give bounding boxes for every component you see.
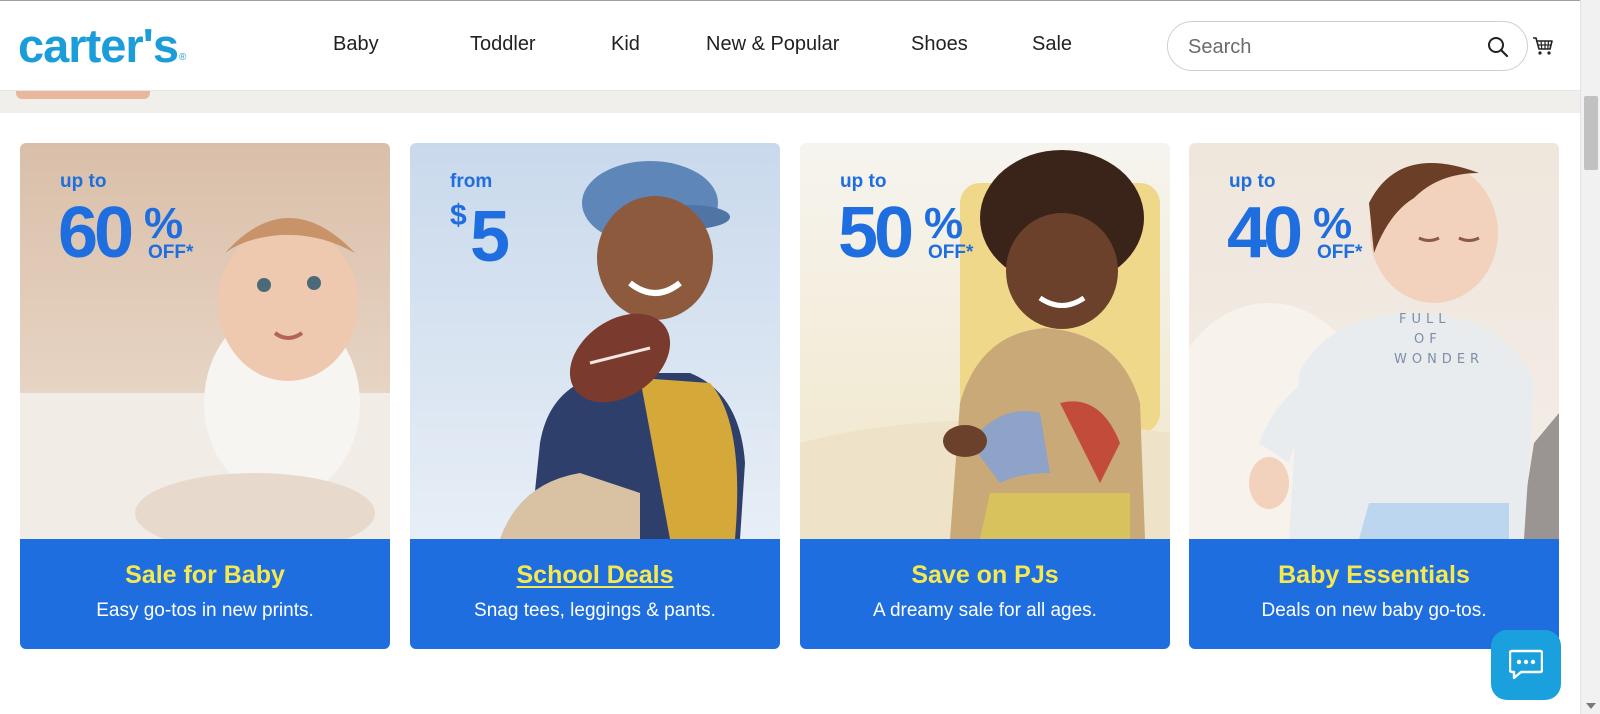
promo-percent: % [924,199,964,248]
scroll-down-arrow-icon[interactable] [1586,703,1596,709]
promo-off: OFF* [1317,242,1363,263]
card-title[interactable]: School Deals [410,561,780,590]
chat-icon [1509,649,1543,680]
search-icon[interactable] [1486,35,1510,59]
promo-value: 40 [1227,193,1303,273]
promo-prefix: up to [1229,171,1276,192]
nav-kid[interactable]: Kid [611,29,640,59]
logo-text: carter's [18,19,179,72]
card-subtitle: A dreamy sale for all ages. [873,600,1097,621]
promo-value: 60 [58,193,134,273]
nav-new-popular[interactable]: New & Popular [706,29,839,59]
card-subtitle: Easy go-tos in new prints. [96,600,314,621]
logo-registered-mark: ® [178,52,186,63]
scrollbar-thumb[interactable] [1584,96,1598,170]
promo-card-baby-essentials[interactable]: FULL OF WONDER up to 40 % OFF* Baby Esse… [1189,143,1559,649]
nav-sale[interactable]: Sale [1032,29,1072,59]
promo-value: 50 [838,193,914,273]
site-header: carter's® Baby Toddler Kid New & Popular… [0,1,1580,91]
promo-prefix: up to [840,171,887,192]
promo-prefix: up to [60,171,107,192]
card-subtitle: Snag tees, leggings & pants. [474,600,716,621]
svg-text:FULL: FULL [1399,312,1450,327]
cart-icon[interactable] [1532,36,1554,56]
svg-text:OF: OF [1414,332,1442,347]
promo-value: 5 [470,197,511,277]
carters-logo[interactable]: carter's® [18,17,186,75]
nav-shoes[interactable]: Shoes [911,29,968,59]
card-title[interactable]: Save on PJs [800,561,1170,590]
promo-percent: % [1313,199,1353,248]
promo-card-school-deals[interactable]: from $ 5 School Deals Snag tees, legging… [410,143,780,649]
nav-toddler[interactable]: Toddler [470,29,536,59]
svg-text:WONDER: WONDER [1394,352,1484,367]
card-subtitle: Deals on new baby go-tos. [1261,600,1487,621]
promo-off: OFF* [148,242,194,263]
card-title[interactable]: Sale for Baby [20,561,390,590]
card-caption-panel: Sale for Baby Easy go-tos in new prints. [20,539,390,649]
promo-card-save-on-pjs[interactable]: up to 50 % OFF* Save on PJs A dreamy sal… [800,143,1170,649]
card-title[interactable]: Baby Essentials [1189,561,1559,590]
search-input[interactable] [1188,33,1458,61]
card-caption-panel: School Deals Snag tees, leggings & pants… [410,539,780,649]
promo-currency: $ [450,199,467,232]
card-caption-panel: Save on PJs A dreamy sale for all ages. [800,539,1170,649]
search-box[interactable] [1167,21,1528,71]
promo-prefix: from [450,171,493,192]
promo-percent: % [144,199,184,248]
promo-off: OFF* [928,242,974,263]
hero-image-edge [16,91,150,99]
chat-button[interactable] [1491,630,1561,700]
hero-banner-bottom-edge [0,91,1580,113]
page-scrollbar[interactable] [1580,0,1600,714]
nav-baby[interactable]: Baby [333,29,379,59]
promo-card-sale-for-baby[interactable]: up to 60 % OFF* Sale for Baby Easy go-to… [20,143,390,649]
